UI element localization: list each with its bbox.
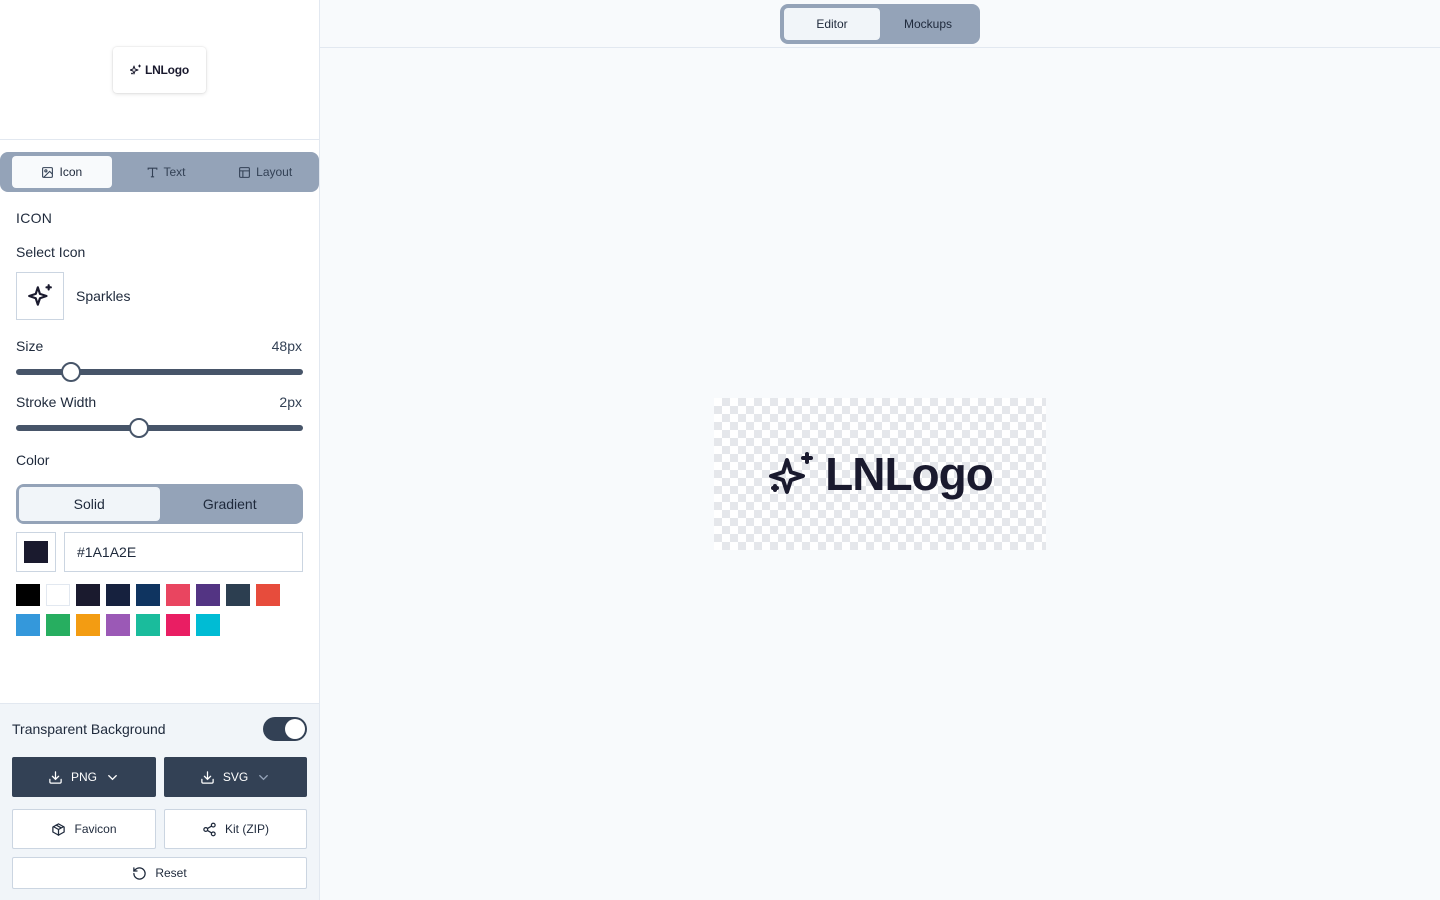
select-icon-label: Select Icon (16, 244, 86, 260)
tab-text-label: Text (163, 165, 186, 179)
tab-layout[interactable]: Layout (215, 156, 315, 188)
chevron-down-icon (259, 774, 269, 780)
download-svg-button[interactable]: SVG (164, 757, 307, 797)
download-svg-label: SVG (222, 770, 249, 784)
download-icon (49, 770, 62, 784)
color-mode-toggle: Solid Gradient (16, 484, 303, 524)
color-mode-gradient[interactable]: Gradient (160, 487, 301, 521)
tab-icon[interactable]: Icon (12, 156, 112, 188)
top-bar: Editor Mockups (320, 0, 1440, 48)
share-icon (203, 822, 216, 836)
current-color-swatch (24, 541, 48, 563)
tab-editor[interactable]: Editor (784, 8, 880, 40)
sparkles-icon (28, 284, 52, 306)
palette-swatch[interactable] (226, 584, 250, 606)
palette-swatch[interactable] (16, 584, 40, 606)
tab-mockups[interactable]: Mockups (880, 8, 976, 40)
logo-thumbnail: LNLogo (113, 47, 206, 93)
size-slider[interactable] (16, 362, 303, 382)
transparent-background-toggle[interactable] (263, 717, 307, 741)
tab-text[interactable]: Text (116, 156, 216, 188)
export-panel: Transparent Background PNG SVG Favicon K… (0, 703, 319, 900)
sparkles-icon (769, 452, 814, 494)
type-icon (147, 167, 157, 177)
package-icon (52, 822, 66, 836)
stroke-width-value: 2px (279, 394, 302, 410)
color-picker-button[interactable] (16, 532, 56, 572)
tab-icon-label: Icon (59, 165, 83, 179)
palette-swatch[interactable] (46, 614, 70, 636)
toggle-knob (285, 719, 305, 739)
kit-zip-label: Kit (ZIP) (225, 822, 269, 836)
palette-swatch[interactable] (256, 584, 280, 606)
palette-row (16, 614, 296, 636)
color-label: Color (16, 452, 50, 468)
stroke-width-slider-thumb[interactable] (129, 418, 150, 438)
palette-swatch[interactable] (166, 614, 190, 636)
logo-preview-text: LNLogo (825, 448, 994, 500)
size-slider-thumb[interactable] (60, 362, 81, 382)
stroke-width-label: Stroke Width (16, 394, 97, 410)
size-label: Size (16, 338, 44, 354)
palette-swatch[interactable] (166, 584, 190, 606)
section-title: ICON (16, 210, 53, 226)
logo-thumbnail-text: LNLogo (144, 63, 190, 77)
palette-swatch[interactable] (76, 584, 100, 606)
palette-swatch[interactable] (46, 584, 70, 606)
favicon-label: Favicon (74, 822, 117, 836)
palette-swatch[interactable] (106, 614, 130, 636)
download-png-button[interactable]: PNG (12, 757, 156, 797)
reset-button[interactable]: Reset (12, 857, 307, 889)
palette-swatch[interactable] (106, 584, 130, 606)
palette-swatch[interactable] (196, 614, 220, 636)
palette-swatch[interactable] (16, 614, 40, 636)
download-icon (201, 770, 214, 784)
palette-row (16, 584, 296, 606)
palette-swatch[interactable] (196, 584, 220, 606)
transparent-background-label: Transparent Background (12, 721, 166, 737)
canvas: LNLogo (320, 48, 1440, 900)
icon-picker-button[interactable] (16, 272, 64, 320)
stroke-width-slider[interactable] (16, 418, 303, 438)
color-mode-solid[interactable]: Solid (19, 487, 160, 521)
size-value: 48px (271, 338, 302, 354)
editor-tabs: Icon Text Layout (0, 152, 319, 192)
favicon-button[interactable]: Favicon (12, 809, 156, 849)
palette-swatch[interactable] (76, 614, 100, 636)
palette-swatch[interactable] (136, 614, 160, 636)
logo-header: LNLogo (0, 0, 319, 140)
hex-color-input[interactable] (64, 532, 303, 572)
palette-swatch[interactable] (136, 584, 160, 606)
image-icon (42, 166, 54, 178)
sidebar: LNLogo Icon Text Layout ICON Select Icon… (0, 0, 320, 900)
chevron-down-icon (108, 774, 117, 780)
color-palette (16, 584, 296, 644)
selected-icon-name: Sparkles (76, 288, 131, 304)
download-png-label: PNG (70, 770, 97, 784)
layout-icon (239, 166, 251, 178)
reset-label: Reset (155, 866, 187, 880)
rotate-ccw-icon (133, 866, 147, 880)
tab-layout-label: Layout (256, 165, 293, 179)
view-switcher: Editor Mockups (780, 4, 980, 44)
logo-preview: LNLogo (714, 398, 1046, 550)
kit-zip-button[interactable]: Kit (ZIP) (164, 809, 307, 849)
sparkles-icon (129, 64, 141, 75)
